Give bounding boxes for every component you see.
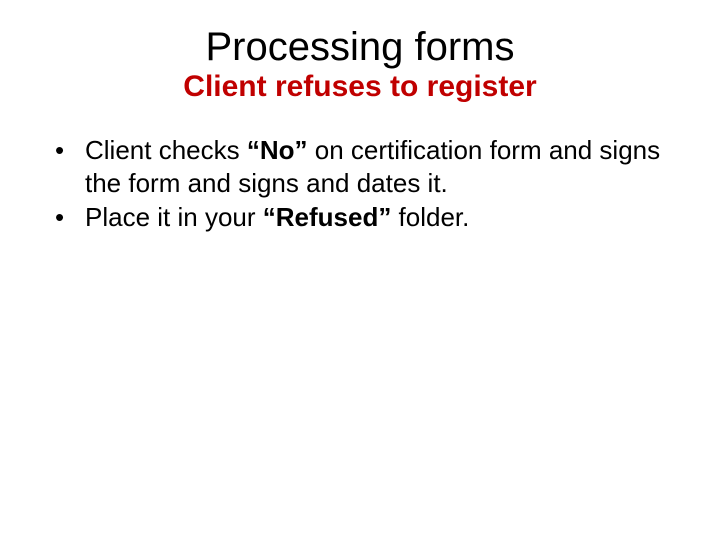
bullet-text-bold: “No” [247, 135, 308, 165]
bullet-text-bold: “Refused” [263, 202, 392, 232]
slide-subtitle: Client refuses to register [40, 70, 680, 104]
list-item: Client checks “No” on certification form… [55, 134, 680, 199]
bullet-text-pre: Client checks [85, 135, 247, 165]
slide-title: Processing forms [110, 25, 610, 70]
list-item: Place it in your “Refused” folder. [55, 201, 680, 234]
bullet-text-pre: Place it in your [85, 202, 263, 232]
bullet-list: Client checks “No” on certification form… [40, 134, 680, 234]
bullet-text-post: folder. [391, 202, 469, 232]
